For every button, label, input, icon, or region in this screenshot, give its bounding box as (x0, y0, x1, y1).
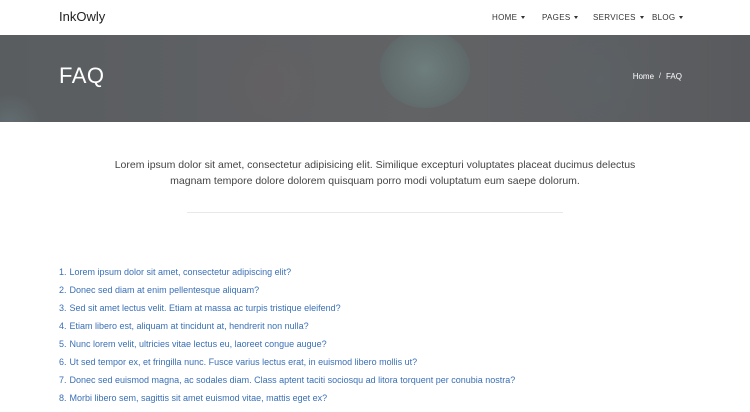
bokeh-light (380, 35, 470, 108)
breadcrumb-current: FAQ (665, 72, 682, 81)
nav-item-home[interactable]: HOME (492, 13, 526, 22)
caret-down-icon (574, 16, 579, 19)
faq-question-text: Lorem ipsum dolor sit amet, consectetur … (69, 267, 292, 277)
faq-question-3[interactable]: 3. Sed sit amet lectus velit. Etiam at ma… (59, 304, 515, 322)
faq-question-text: Donec sed diam at enim pellentesque aliq… (69, 285, 260, 295)
caret-down-icon (639, 16, 644, 19)
faq-question-text: Sed sit amet lectus velit. Etiam at mass… (69, 303, 341, 313)
divider (187, 212, 563, 213)
faq-number: 5. (59, 339, 67, 349)
faq-question-8[interactable]: 8. Morbi libero sem, sagittis sit amet eu… (59, 394, 515, 412)
bokeh-light (0, 95, 40, 122)
faq-question-text: Donec sed euismod magna, ac sodales diam… (69, 375, 516, 385)
faq-question-5[interactable]: 5. Nunc lorem velit, ultricies vitae lect… (59, 340, 515, 358)
faq-number: 4. (59, 321, 67, 331)
faq-question-2[interactable]: 2. Donec sed diam at enim pellentesque al… (59, 286, 515, 304)
nav-item-blog[interactable]: BLOG (652, 13, 684, 22)
faq-number: 8. (59, 393, 67, 403)
navbar: InkOwly HOME PAGES SERVICES BLOG (0, 0, 750, 35)
nav-item-services[interactable]: SERVICES (593, 13, 644, 22)
faq-question-1[interactable]: 1. Lorem ipsum dolor sit amet, consectetu… (59, 268, 515, 286)
breadcrumb-home-link[interactable]: Home (633, 72, 654, 81)
faq-number: 6. (59, 357, 67, 367)
faq-question-text: Morbi libero sem, sagittis sit amet euis… (69, 393, 328, 403)
page-header-banner: FAQ Home / FAQ (0, 35, 750, 122)
faq-number: 1. (59, 267, 67, 277)
faq-list: 1. Lorem ipsum dolor sit amet, consectetu… (59, 268, 515, 412)
nav-item-label: BLOG (652, 13, 676, 22)
nav-item-label: HOME (492, 13, 518, 22)
faq-question-text: Etiam libero est, aliquam at tincidunt a… (69, 321, 309, 331)
intro-text: Lorem ipsum dolor sit amet, consectetur … (114, 159, 636, 187)
main-nav: HOME PAGES SERVICES BLOG (0, 0, 750, 35)
faq-question-4[interactable]: 4. Etiam libero est, aliquam at tincidunt… (59, 322, 515, 340)
faq-question-text: Ut sed tempor ex, et fringilla nunc. Fus… (69, 357, 418, 367)
faq-question-6[interactable]: 6. Ut sed tempor ex, et fringilla nunc. F… (59, 358, 515, 376)
breadcrumb: Home / FAQ (633, 72, 682, 81)
caret-down-icon (521, 16, 526, 19)
faq-question-text: Nunc lorem velit, ultricies vitae lectus… (69, 339, 327, 349)
faq-number: 2. (59, 285, 67, 295)
nav-item-label: PAGES (542, 13, 571, 22)
nav-item-pages[interactable]: PAGES (542, 13, 579, 22)
nav-item-label: SERVICES (593, 13, 636, 22)
caret-down-icon (679, 16, 684, 19)
breadcrumb-separator: / (659, 73, 661, 80)
page-title: FAQ (59, 63, 105, 88)
faq-question-7[interactable]: 7. Donec sed euismod magna, ac sodales di… (59, 376, 515, 394)
faq-number: 7. (59, 375, 67, 385)
bokeh-light (200, 40, 340, 122)
faq-number: 3. (59, 303, 67, 313)
